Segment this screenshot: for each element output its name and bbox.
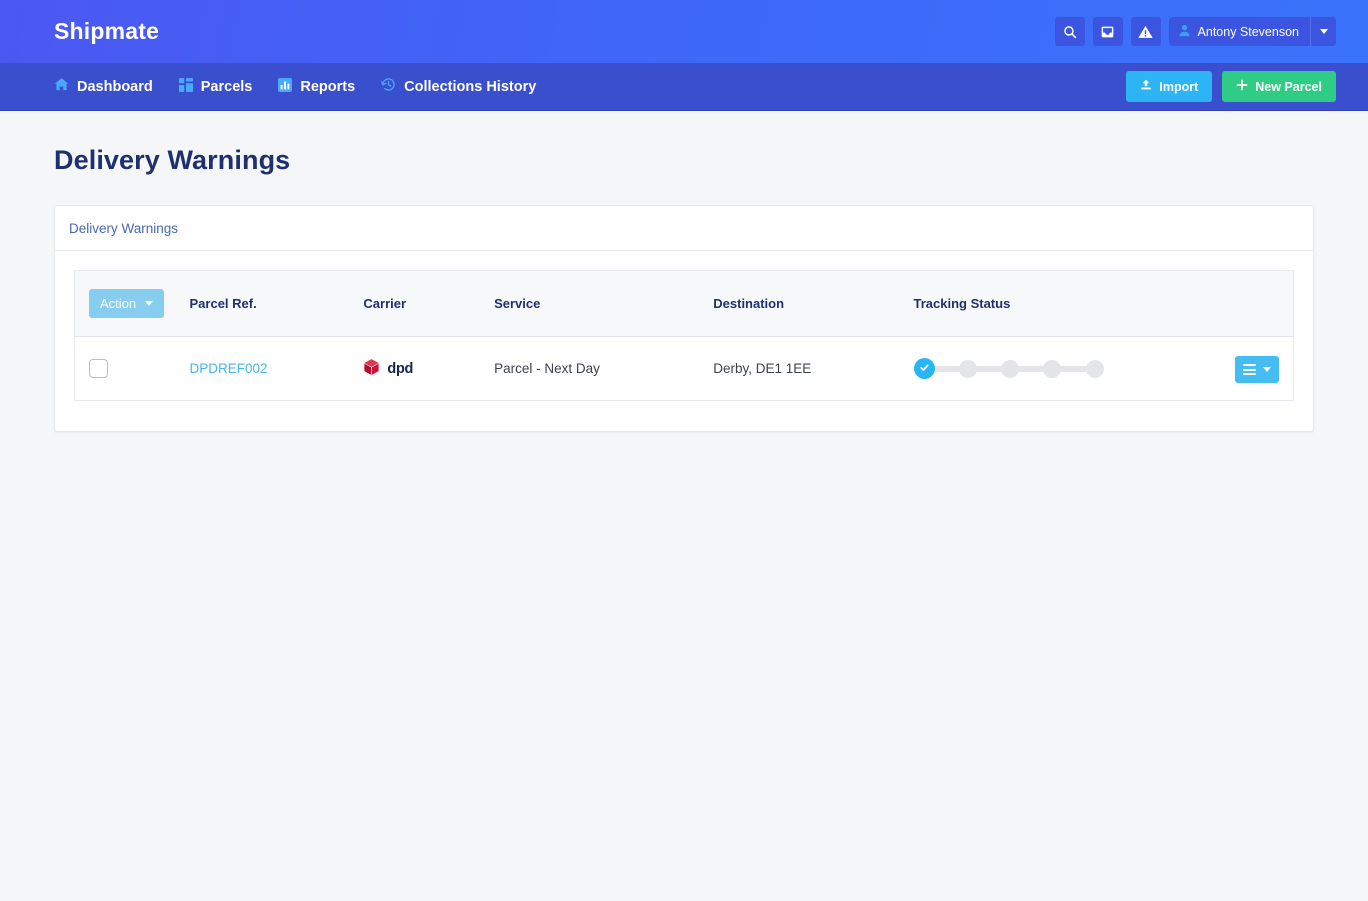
row-tracking-cell [903,336,1210,401]
nav-action-buttons: Import New Parcel [1126,71,1336,102]
nav-item-parcels[interactable]: Parcels [178,77,253,96]
nav-label-collections-history: Collections History [404,78,537,95]
grid-icon [178,77,193,96]
header-row-actions [1209,270,1294,337]
header-tracking-status: Tracking Status [903,270,1210,337]
table-head: Action Parcel Ref. Carrier Service Desti… [74,270,1294,337]
app-brand: Shipmate [54,18,160,44]
tracking-stepper [913,358,1104,379]
nav-items: Dashboard Parcels Reports Collections Hi… [54,77,536,96]
stepper-node-1-complete[interactable] [913,358,935,379]
bulk-action-button[interactable]: Action [89,289,165,318]
chevron-down-icon [1319,29,1328,34]
inbox-icon-button[interactable] [1092,17,1123,46]
bulk-action-label: Action [100,296,137,311]
stepper-node-5-pending[interactable] [1085,359,1104,378]
import-label: Import [1159,79,1199,94]
new-parcel-button[interactable]: New Parcel [1222,71,1336,102]
import-button[interactable]: Import [1126,71,1213,102]
plus-icon [1236,79,1248,94]
nav-item-collections-history[interactable]: Collections History [381,77,536,96]
search-icon-button[interactable] [1054,17,1085,46]
delivery-warnings-table: Action Parcel Ref. Carrier Service Desti… [74,270,1294,401]
home-icon [54,77,69,96]
row-parcel-ref-cell: DPDREF002 [179,336,354,401]
nav-item-reports[interactable]: Reports [278,77,356,96]
warning-icon [1138,25,1153,39]
user-dropdown-button[interactable] [1310,17,1336,46]
top-bar-actions: Antony Stevenson [1054,17,1336,46]
header-carrier: Carrier [353,270,485,337]
stepper-node-3-pending[interactable] [1001,359,1019,378]
history-icon [381,77,396,96]
check-icon [919,361,930,376]
carrier-name: dpd [387,360,414,377]
row-select-checkbox[interactable] [89,359,108,378]
parcel-ref-link[interactable]: DPDREF002 [190,361,268,376]
row-carrier-cell: dpd [353,336,485,401]
header-service: Service [484,270,704,337]
page-title: Delivery Warnings [54,145,291,175]
card-header: Delivery Warnings [55,206,1313,251]
row-service-cell: Parcel - Next Day [484,336,704,401]
delivery-warnings-card: Delivery Warnings Action Parcel Ref. Car… [54,205,1314,432]
page-content: Delivery Warnings Delivery Warnings Acti… [0,111,1368,432]
table-row: DPDREF002 dpd Parcel - Next Day Derby, D… [74,336,1294,401]
inbox-icon [1100,25,1115,39]
chevron-down-icon [145,301,154,306]
carrier-logo: dpd [363,358,413,379]
row-destination-cell: Derby, DE1 1EE [703,336,904,401]
top-bar: Shipmate Antony Stevenson [0,0,1368,63]
table-header-row: Action Parcel Ref. Carrier Service Desti… [74,270,1294,337]
upload-icon [1140,79,1152,94]
list-menu-icon [1243,364,1256,375]
stepper-node-2-pending[interactable] [958,359,977,378]
nav-label-parcels: Parcels [200,78,253,95]
row-checkbox-cell [74,336,180,401]
header-parcel-ref: Parcel Ref. [179,270,354,337]
warning-icon-button[interactable] [1130,17,1161,46]
new-parcel-label: New Parcel [1255,79,1322,94]
dpd-box-icon [363,358,380,379]
table-body: DPDREF002 dpd Parcel - Next Day Derby, D… [74,336,1294,401]
stepper-node-4-pending[interactable] [1043,359,1062,378]
card-body: Action Parcel Ref. Carrier Service Desti… [55,251,1313,431]
chevron-down-icon [1263,367,1271,372]
nav-label-reports: Reports [300,78,356,95]
user-avatar-icon [1178,24,1191,40]
header-destination: Destination [703,270,904,337]
row-actions-menu-button[interactable] [1235,356,1279,383]
user-menu[interactable]: Antony Stevenson [1168,17,1336,46]
user-name: Antony Stevenson [1197,24,1299,39]
nav-item-dashboard[interactable]: Dashboard [54,77,153,96]
main-nav: Dashboard Parcels Reports Collections Hi… [0,63,1368,111]
user-button[interactable]: Antony Stevenson [1168,17,1310,46]
nav-label-dashboard: Dashboard [77,78,153,95]
bar-chart-icon [278,77,293,96]
row-actions-cell [1209,336,1294,401]
search-icon [1063,25,1077,39]
header-action: Action [74,270,180,337]
